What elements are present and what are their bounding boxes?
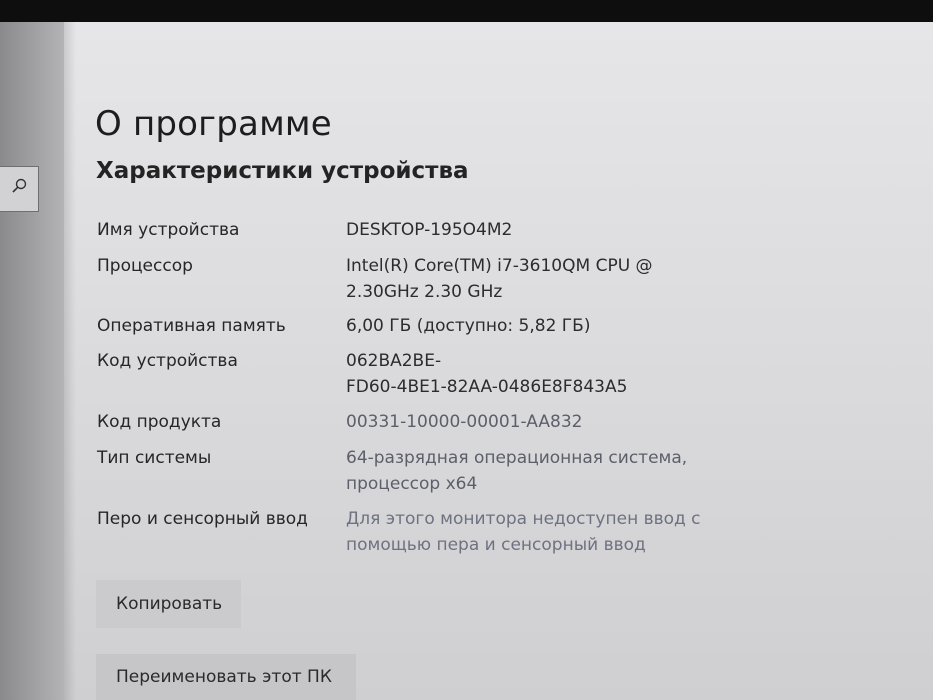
ram-label: Оперативная память <box>97 316 286 336</box>
page-title: О программе <box>95 104 332 144</box>
pen-touch-label: Перо и сенсорный ввод <box>97 509 308 529</box>
device-id-value-line2: FD60-4BE1-82AA-0486E8F843A5 <box>346 377 628 397</box>
section-title: Характеристики устройства <box>96 158 469 184</box>
system-type-value-line1: 64-разрядная операционная система, <box>346 448 688 468</box>
device-name-value: DESKTOP-195O4M2 <box>346 220 513 240</box>
system-type-value-line2: процессор x64 <box>346 474 478 494</box>
window-top-edge <box>0 0 933 22</box>
pen-touch-value-line1: Для этого монитора недоступен ввод с <box>346 509 701 529</box>
device-id-label: Код устройства <box>97 351 238 371</box>
product-id-label: Код продукта <box>97 412 222 432</box>
ram-value: 6,00 ГБ (доступно: 5,82 ГБ) <box>346 316 591 336</box>
product-id-value: 00331-10000-00001-AA832 <box>346 412 583 432</box>
device-id-value-line1: 062BA2BE- <box>346 351 442 371</box>
processor-label: Процессор <box>97 256 193 276</box>
search-icon <box>12 178 27 193</box>
settings-window: О программе Характеристики устройства Им… <box>0 0 933 700</box>
pen-touch-value-line2: помощью пера и сенсорный ввод <box>346 535 646 555</box>
pane-divider <box>64 22 76 700</box>
search-box[interactable] <box>0 166 39 212</box>
system-type-label: Тип системы <box>97 448 212 468</box>
device-name-label: Имя устройства <box>97 220 240 240</box>
rename-pc-button[interactable]: Переименовать этот ПК <box>96 654 356 700</box>
copy-button[interactable]: Копировать <box>96 580 241 628</box>
navigation-pane <box>0 22 64 700</box>
processor-value-line1: Intel(R) Core(TM) i7-3610QM CPU @ <box>346 256 653 276</box>
processor-value-line2: 2.30GHz 2.30 GHz <box>346 282 503 302</box>
